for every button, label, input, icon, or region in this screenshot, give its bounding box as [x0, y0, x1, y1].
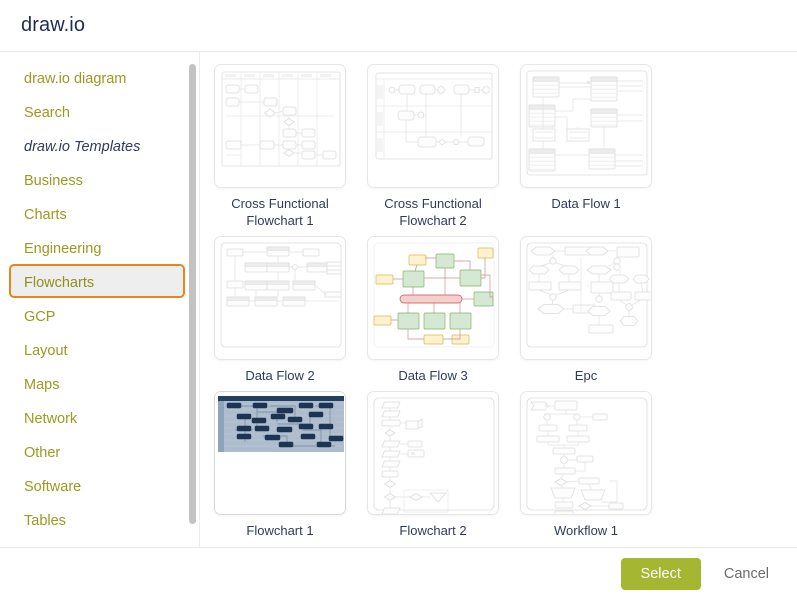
template-thumbnail-dfd-colored[interactable] [367, 236, 499, 360]
sidebar-item-draw-io-diagram[interactable]: draw.io diagram [9, 60, 185, 94]
sidebar-item-software[interactable]: Software [9, 468, 185, 502]
sidebar-item-label: Tables [24, 513, 66, 529]
cancel-button[interactable]: Cancel [718, 565, 775, 583]
template-thumbnail-er-tables[interactable] [520, 64, 652, 188]
template-cell[interactable]: Workflow 1 [520, 391, 652, 539]
sidebar-item-search[interactable]: Search [9, 94, 185, 128]
dialog-footer: Select Cancel [0, 547, 797, 599]
template-label: Epc [574, 368, 598, 383]
select-button[interactable]: Select [620, 557, 701, 590]
sidebar-item-network[interactable]: Network [9, 400, 185, 434]
template-thumbnail-dfd-boxes[interactable] [214, 236, 346, 360]
template-cell[interactable]: Epc [520, 236, 652, 384]
template-thumbnail-epc-hex[interactable] [520, 236, 652, 360]
page-title: draw.io [21, 14, 86, 36]
template-cell[interactable]: Data Flow 2 [214, 236, 346, 384]
sidebar-item-flowcharts[interactable]: Flowcharts [9, 264, 185, 298]
sidebar-item-engineering[interactable]: Engineering [9, 230, 185, 264]
sidebar-item-label: Network [24, 411, 78, 427]
sidebar-item-label: Software [24, 479, 82, 495]
template-pane: Cross Functional Flowchart 1 Cross Functi… [200, 52, 797, 547]
template-label: Data Flow 1 [551, 196, 621, 211]
template-dialog: draw.io draw.io diagram Search draw.io Tem… [0, 0, 797, 599]
template-thumbnail-flowchart-vertical[interactable] [367, 391, 499, 515]
sidebar-scrollbar[interactable] [189, 64, 196, 524]
template-thumbnail-workflow-vertical[interactable] [520, 391, 652, 515]
sidebar-item-label: Other [24, 445, 61, 461]
template-grid: Cross Functional Flowchart 1 Cross Functi… [214, 64, 684, 546]
template-label: Cross Functional Flowchart 1 [231, 196, 329, 228]
template-label: Workflow 1 [553, 523, 619, 538]
template-thumbnail-flowchart-wide[interactable] [214, 391, 346, 515]
template-label: Data Flow 2 [245, 368, 315, 383]
sidebar-item-draw-io-templates: draw.io Templates [9, 128, 185, 162]
sidebar-item-label: GCP [24, 309, 56, 325]
sidebar-item-label: Engineering [24, 241, 102, 257]
template-cell[interactable]: Data Flow 1 [520, 64, 652, 229]
sidebar-item-label: Flowcharts [24, 275, 95, 291]
sidebar-item-label: Charts [24, 207, 67, 223]
template-cell[interactable]: Flowchart 2 [367, 391, 499, 539]
template-cell[interactable]: Data Flow 3 [367, 236, 499, 384]
sidebar-item-label: Layout [24, 343, 68, 359]
template-cell[interactable]: Cross Functional Flowchart 2 [367, 64, 499, 229]
sidebar-item-charts[interactable]: Charts [9, 196, 185, 230]
sidebar-item-label: draw.io diagram [24, 71, 127, 87]
sidebar-item-label: draw.io Templates [24, 139, 141, 155]
template-cell[interactable]: Flowchart 1 [214, 391, 346, 539]
sidebar-item-maps[interactable]: Maps [9, 366, 185, 400]
template-label: Flowchart 2 [399, 523, 467, 538]
template-label: Data Flow 3 [398, 368, 468, 383]
sidebar-item-label: Maps [24, 377, 60, 393]
category-list: draw.io diagram Search draw.io Templates Bu… [0, 60, 199, 547]
sidebar-item-layout[interactable]: Layout [9, 332, 185, 366]
template-cell[interactable]: Cross Functional Flowchart 1 [214, 64, 346, 229]
dialog-body: draw.io diagram Search draw.io Templates Bu… [0, 52, 797, 547]
sidebar-item-tables[interactable]: Tables [9, 502, 185, 536]
template-label: Flowchart 1 [246, 523, 314, 538]
template-thumbnail-swimlane-horizontal[interactable] [367, 64, 499, 188]
sidebar-item-business[interactable]: Business [9, 162, 185, 196]
sidebar-item-label: Business [24, 173, 83, 189]
dialog-titlebar: draw.io [0, 0, 797, 52]
sidebar-item-gcp[interactable]: GCP [9, 298, 185, 332]
category-sidebar: draw.io diagram Search draw.io Templates Bu… [0, 52, 200, 547]
sidebar-item-uml[interactable]: Uml [9, 536, 185, 547]
template-label: Cross Functional Flowchart 2 [384, 196, 482, 228]
sidebar-item-label: Search [24, 105, 70, 121]
template-thumbnail-swimlane-vertical[interactable] [214, 64, 346, 188]
sidebar-item-other[interactable]: Other [9, 434, 185, 468]
